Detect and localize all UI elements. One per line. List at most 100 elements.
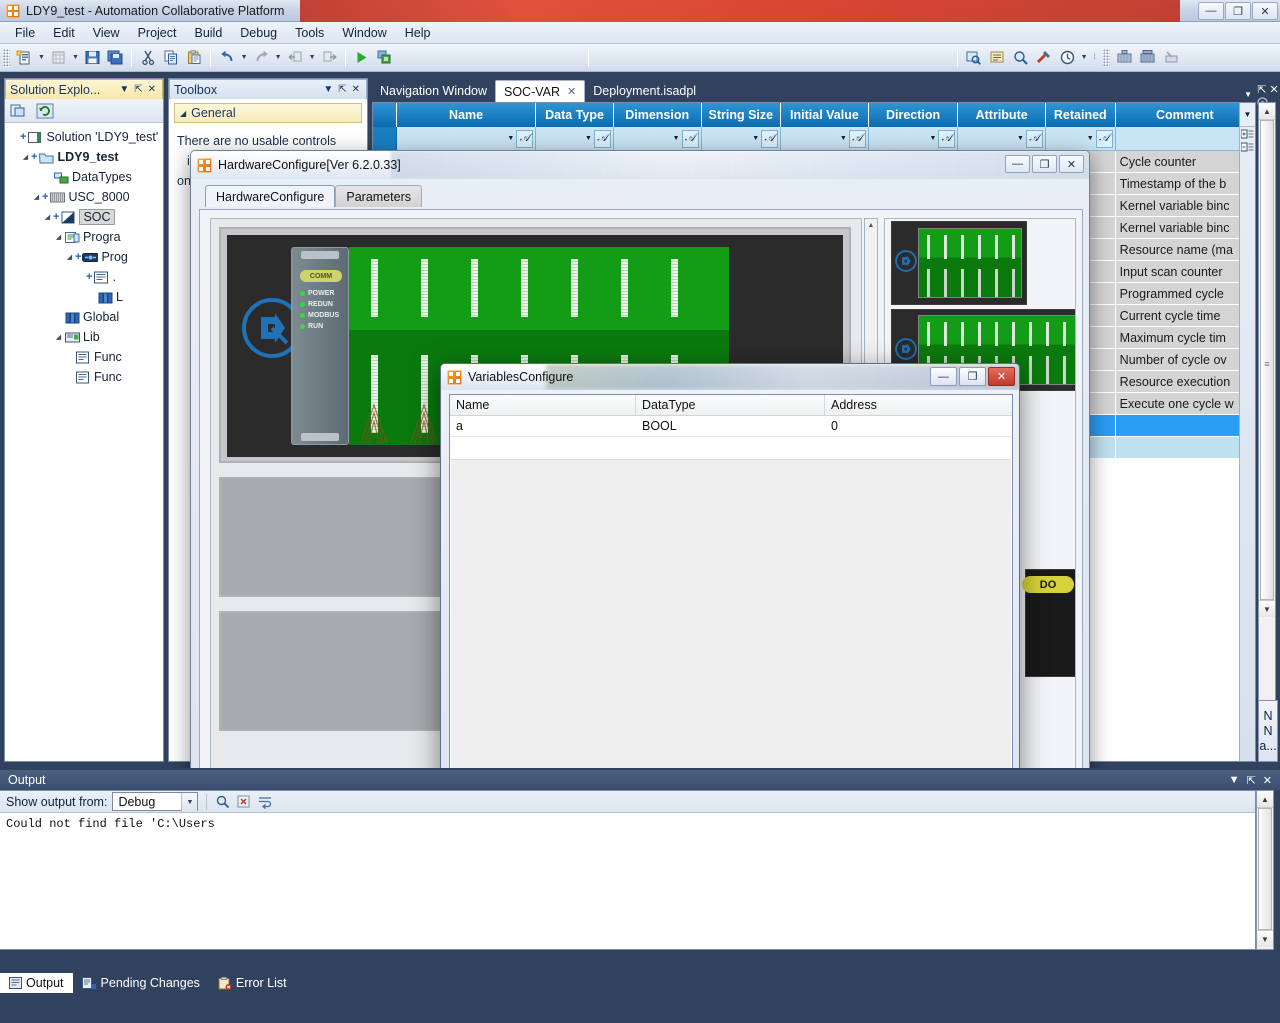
tree-item[interactable]: +. (9, 267, 163, 287)
refresh-icon[interactable] (36, 103, 54, 119)
new-project-icon[interactable] (14, 47, 35, 69)
bottom-tab-pending-changes[interactable]: Pending Changes (73, 973, 209, 993)
build-solution-icon[interactable] (1114, 47, 1135, 69)
filter-editor-icon[interactable]: 𝒜 (938, 130, 955, 148)
tree-plus-icon[interactable]: + (86, 271, 92, 283)
menu-help[interactable]: Help (396, 24, 440, 42)
variables-configure-dialog[interactable]: VariablesConfigure — ❐ ✕ Name DataType A… (440, 363, 1020, 791)
output-clear-icon[interactable] (236, 794, 252, 809)
pin-icon[interactable]: ⇱ (134, 84, 142, 95)
variables-table-empty-area[interactable] (451, 459, 1011, 782)
toolbar-grip[interactable] (3, 49, 10, 67)
tree-plus-icon[interactable]: + (75, 251, 81, 263)
find-symbol-icon[interactable] (1010, 47, 1031, 69)
tab-soc-var[interactable]: SOC-VAR ✕ (495, 80, 585, 102)
menu-view[interactable]: View (84, 24, 129, 42)
new-item-dropdown-icon[interactable]: ▼ (70, 47, 81, 69)
tree-item[interactable]: ◢+Prog (9, 247, 163, 267)
close-button[interactable]: ✕ (1252, 2, 1278, 20)
run-icon[interactable] (351, 47, 372, 69)
menu-window[interactable]: Window (333, 24, 395, 42)
bottom-tab-output[interactable]: Output (0, 973, 73, 993)
scroll-up-icon[interactable]: ▲ (1257, 791, 1273, 808)
menu-file[interactable]: File (6, 24, 44, 42)
column-filter-initial-value[interactable]: ▼𝒜 (781, 127, 869, 150)
cpu-module[interactable]: COMM POWER REDUN MODBUS RUN (291, 247, 349, 445)
redo-icon[interactable] (250, 47, 271, 69)
panel-menu-icon[interactable]: ▼ (1229, 774, 1240, 787)
grid-collapse-all-icon[interactable] (1240, 140, 1255, 153)
minimize-button[interactable]: — (1005, 155, 1030, 173)
column-filter-comment[interactable] (1116, 127, 1255, 150)
palette-module-1[interactable] (891, 221, 1027, 305)
new-item-icon[interactable] (48, 47, 69, 69)
copy-icon[interactable] (161, 47, 182, 69)
properties-window-icon[interactable] (986, 47, 1007, 69)
tree-item[interactable]: ◢+LDY9_test (9, 147, 163, 167)
clock-icon[interactable] (1056, 47, 1077, 69)
menu-tools[interactable]: Tools (286, 24, 333, 42)
variable-grid-filter-row[interactable]: ▼𝒜▼𝒜▼𝒜▼𝒜▼𝒜▼𝒜▼𝒜▼𝒜 (373, 127, 1255, 151)
filter-editor-icon[interactable]: 𝒜 (1096, 130, 1113, 148)
tab-navigation-window[interactable]: Navigation Window (372, 80, 495, 102)
column-header-name[interactable]: Name (450, 395, 636, 415)
chevron-down-icon[interactable]: ▼ (840, 135, 847, 142)
pin-icon[interactable]: ⇱ (338, 84, 346, 95)
column-header-datatype[interactable]: DataType (636, 395, 825, 415)
tree-plus-icon[interactable]: + (42, 191, 48, 203)
tree-item[interactable]: +Solution 'LDY9_test' (9, 127, 163, 147)
grid-vertical-scrollbar[interactable]: ▲ ≡ ▼ (1258, 102, 1276, 762)
column-filter-retained[interactable]: ▼𝒜 (1046, 127, 1116, 150)
filter-editor-icon[interactable]: 𝒜 (849, 130, 866, 148)
undo-dropdown-icon[interactable]: ▼ (239, 47, 250, 69)
output-wrap-icon[interactable] (257, 794, 273, 809)
variables-configure-table[interactable]: Name DataType Address aBOOL0 (449, 394, 1013, 784)
maximize-button[interactable]: ❐ (1032, 155, 1057, 173)
tree-item[interactable]: Func (9, 367, 163, 387)
minimize-button[interactable]: — (930, 367, 957, 386)
column-header-data-type[interactable]: Data Type (536, 103, 614, 127)
navigate-forward-icon[interactable] (318, 47, 339, 69)
chevron-down-icon[interactable]: ▼ (585, 135, 592, 142)
close-button[interactable]: ✕ (988, 367, 1015, 386)
chevron-down-icon[interactable]: ▼ (507, 135, 514, 142)
tree-item[interactable]: Func (9, 347, 163, 367)
chevron-down-icon[interactable]: ▼ (673, 135, 680, 142)
toolbox-group-general[interactable]: ◢ General (174, 103, 362, 123)
menu-build[interactable]: Build (185, 24, 231, 42)
pin-icon[interactable]: ⇱ (1247, 774, 1256, 787)
tree-plus-icon[interactable]: + (20, 131, 26, 143)
maximize-button[interactable]: ❐ (959, 367, 986, 386)
scroll-up-icon[interactable]: ▲ (1259, 103, 1275, 120)
clock-dropdown-icon[interactable]: ▼ (1079, 47, 1090, 69)
tree-expander-icon[interactable]: ◢ (64, 253, 75, 261)
chevron-down-icon[interactable]: ▼ (1087, 135, 1094, 142)
scrollbar-thumb[interactable]: ≡ (1260, 120, 1274, 600)
tree-item[interactable]: ◢Lib (9, 327, 163, 347)
save-icon[interactable] (82, 47, 103, 69)
tree-item[interactable]: L (9, 287, 163, 307)
chevron-down-icon[interactable]: ▼ (1017, 135, 1024, 142)
tools-options-icon[interactable] (1033, 47, 1054, 69)
deploy-icon[interactable] (374, 47, 395, 69)
solution-tree[interactable]: +Solution 'LDY9_test'◢+LDY9_testDataType… (5, 123, 163, 387)
tree-item[interactable]: ◢Progra (9, 227, 163, 247)
navigate-back-icon[interactable] (284, 47, 305, 69)
column-header-comment[interactable]: Comment (1116, 103, 1255, 127)
tree-expander-icon[interactable]: ◢ (31, 193, 42, 201)
column-header-dimension[interactable]: Dimension (614, 103, 702, 127)
tree-item[interactable]: Global (9, 307, 163, 327)
find-in-files-icon[interactable] (963, 47, 984, 69)
rebuild-solution-icon[interactable] (1137, 47, 1158, 69)
close-icon[interactable]: ✕ (567, 85, 576, 98)
menu-debug[interactable]: Debug (231, 24, 286, 42)
tree-item[interactable]: ◢+SOC (9, 207, 163, 227)
column-filter-name[interactable]: ▼𝒜 (397, 127, 536, 150)
menu-edit[interactable]: Edit (44, 24, 84, 42)
tree-item[interactable]: ◢+USC_8000 (9, 187, 163, 207)
tabstrip-dropdown-icon[interactable]: ▼ (1244, 90, 1252, 99)
redo-dropdown-icon[interactable]: ▼ (273, 47, 284, 69)
tree-expander-icon[interactable]: ◢ (20, 153, 31, 161)
filter-editor-icon[interactable]: 𝒜 (516, 130, 533, 148)
scrollbar-thumb[interactable] (1258, 808, 1272, 930)
